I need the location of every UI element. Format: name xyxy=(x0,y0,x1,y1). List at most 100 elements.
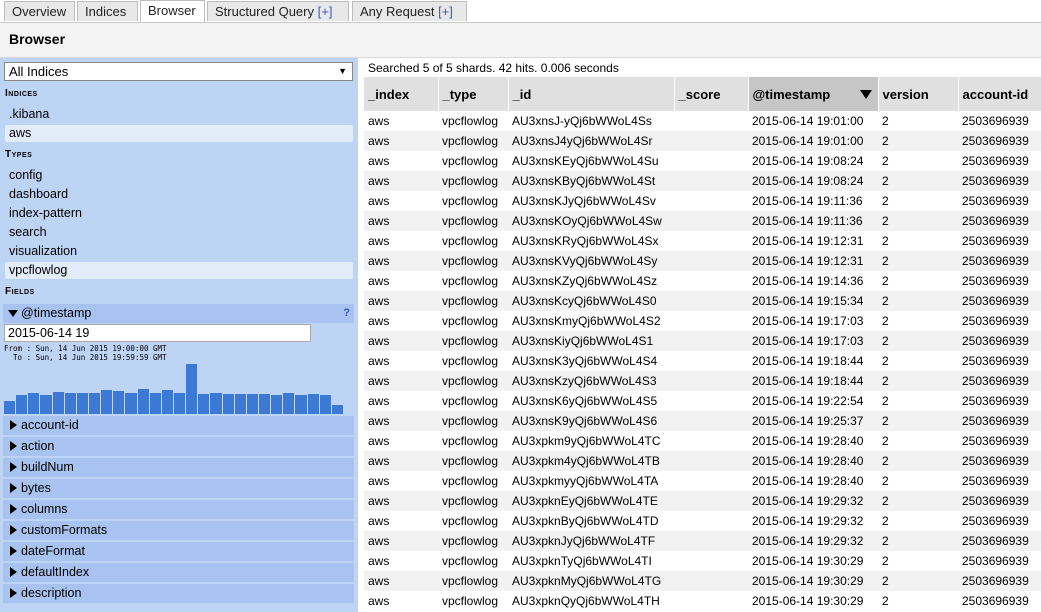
histogram-bar[interactable] xyxy=(234,394,246,414)
table-row[interactable]: aws vpcflowlog AU3xnsKmyQj6bWWoL4S2 2015-06… xyxy=(364,311,1041,331)
histogram-bar[interactable] xyxy=(210,393,222,414)
index-item-kibana[interactable]: .kibana xyxy=(5,106,353,123)
cell-account-id: 2503696939 xyxy=(958,331,1041,351)
histogram-bar[interactable] xyxy=(28,393,40,414)
field-item[interactable]: bytes xyxy=(3,479,354,498)
types-title: Types xyxy=(5,149,33,160)
histogram-bar[interactable] xyxy=(295,395,307,414)
field-item[interactable]: description xyxy=(3,584,354,603)
table-row[interactable]: aws vpcflowlog AU3xnsK6yQj6bWWoL4S5 2015-06… xyxy=(364,391,1041,411)
histogram-bar[interactable] xyxy=(246,394,258,414)
histogram-bar[interactable] xyxy=(113,391,125,414)
table-row[interactable]: aws vpcflowlog AU3xpknMyQj6bWWoL4TG 2015-06… xyxy=(364,571,1041,591)
histogram-bar[interactable] xyxy=(198,394,210,414)
table-row[interactable]: aws vpcflowlog AU3xnsKEyQj6bWWoL4Su 2015-06… xyxy=(364,151,1041,171)
table-row[interactable]: aws vpcflowlog AU3xnsJ4yQj6bWWoL4Sr 2015-06… xyxy=(364,131,1041,151)
histogram-bar[interactable] xyxy=(319,395,331,414)
tab-browser[interactable]: Browser xyxy=(140,0,205,22)
histogram-bar[interactable] xyxy=(186,364,198,414)
cell-type: vpcflowlog xyxy=(438,171,508,191)
field-item[interactable]: columns xyxy=(3,500,354,519)
type-item-vpcflowlog[interactable]: vpcflowlog xyxy=(5,262,353,279)
table-row[interactable]: aws vpcflowlog AU3xnsKZyQj6bWWoL4Sz 2015-06… xyxy=(364,271,1041,291)
field-item[interactable]: buildNum xyxy=(3,458,354,477)
type-item-visualization[interactable]: visualization xyxy=(5,243,353,260)
table-row[interactable]: aws vpcflowlog AU3xpknTyQj6bWWoL4TI 2015-06… xyxy=(364,551,1041,571)
cell-index: aws xyxy=(368,354,390,368)
field-item[interactable]: dateFormat xyxy=(3,542,354,561)
type-item-config[interactable]: config xyxy=(5,167,353,184)
column-header-account-id[interactable]: account-id xyxy=(958,77,1041,111)
table-row[interactable]: aws vpcflowlog AU3xnsKJyQj6bWWoL4Sv 2015-06… xyxy=(364,191,1041,211)
timestamp-histogram[interactable] xyxy=(4,358,344,414)
histogram-bar[interactable] xyxy=(331,405,343,414)
index-select[interactable]: All Indices ▼ xyxy=(4,62,353,81)
cell-timestamp: 2015-06-14 19:25:37 xyxy=(748,411,878,431)
field-timestamp-header[interactable]: @timestamp ? xyxy=(3,304,354,323)
tab-any-request[interactable]: Any Request [+] xyxy=(352,1,467,21)
help-icon[interactable]: ? xyxy=(343,304,350,323)
histogram-bar[interactable] xyxy=(161,390,173,414)
table-row[interactable]: aws vpcflowlog AU3xnsK9yQj6bWWoL4S6 2015-06… xyxy=(364,411,1041,431)
caret-right-icon xyxy=(10,525,17,535)
histogram-bar[interactable] xyxy=(271,395,283,414)
table-row[interactable]: aws vpcflowlog AU3xpknJyQj6bWWoL4TF 2015-06… xyxy=(364,531,1041,551)
histogram-bar[interactable] xyxy=(259,394,271,414)
cell-timestamp: 2015-06-14 19:17:03 xyxy=(752,314,864,328)
field-item[interactable]: customFormats xyxy=(3,521,354,540)
table-row[interactable]: aws vpcflowlog AU3xpknQyQj6bWWoL4TH 2015-06… xyxy=(364,591,1041,611)
histogram-bar[interactable] xyxy=(137,389,149,414)
field-label: @timestamp xyxy=(21,306,92,320)
add-tab-link[interactable]: [+] xyxy=(318,4,333,19)
histogram-bar[interactable] xyxy=(4,401,16,414)
table-row[interactable]: aws vpcflowlog AU3xpkm4yQj6bWWoL4TB 2015-06… xyxy=(364,451,1041,471)
histogram-bar[interactable] xyxy=(64,393,76,414)
table-row[interactable]: aws vpcflowlog AU3xnsKByQj6bWWoL4St 2015-06… xyxy=(364,171,1041,191)
table-row[interactable]: aws vpcflowlog AU3xnsKRyQj6bWWoL4Sx 2015-06… xyxy=(364,231,1041,251)
histogram-bar[interactable] xyxy=(40,395,52,414)
column-header-score[interactable]: _score xyxy=(674,77,749,111)
field-item[interactable]: action xyxy=(3,437,354,456)
column-header-version[interactable]: version xyxy=(878,77,959,111)
field-item[interactable]: account-id xyxy=(3,416,354,435)
add-tab-link[interactable]: [+] xyxy=(438,4,453,19)
table-row[interactable]: aws vpcflowlog AU3xnsKcyQj6bWWoL4S0 2015-06… xyxy=(364,291,1041,311)
table-row[interactable]: aws vpcflowlog AU3xpkmyyQj6bWWoL4TA 2015-06… xyxy=(364,471,1041,491)
column-header-id[interactable]: _id xyxy=(508,77,675,111)
type-item-index-pattern[interactable]: index-pattern xyxy=(5,205,353,222)
tab-structured-query[interactable]: Structured Query [+] xyxy=(207,1,349,21)
table-row[interactable]: aws vpcflowlog AU3xnsKOyQj6bWWoL4Sw 2015-06… xyxy=(364,211,1041,231)
table-row[interactable]: aws vpcflowlog AU3xnsKzyQj6bWWoL4S3 2015-06… xyxy=(364,371,1041,391)
field-item[interactable]: defaultIndex xyxy=(3,563,354,582)
field-label: buildNum xyxy=(21,460,74,474)
table-row[interactable]: aws vpcflowlog AU3xpknByQj6bWWoL4TD 2015-06… xyxy=(364,511,1041,531)
histogram-bar[interactable] xyxy=(125,393,137,414)
table-row[interactable]: aws vpcflowlog AU3xpknEyQj6bWWoL4TE 2015-06… xyxy=(364,491,1041,511)
tab-label: Browser xyxy=(148,3,196,18)
index-item-aws[interactable]: aws xyxy=(5,125,353,142)
timestamp-filter-input[interactable]: 2015-06-14 19 xyxy=(4,324,311,342)
tab-overview[interactable]: Overview xyxy=(4,1,75,21)
table-row[interactable]: aws vpcflowlog AU3xnsKVyQj6bWWoL4Sy 2015-06… xyxy=(364,251,1041,271)
histogram-bar[interactable] xyxy=(222,394,234,414)
histogram-bar[interactable] xyxy=(16,395,28,414)
type-item-dashboard[interactable]: dashboard xyxy=(5,186,353,203)
type-item-search[interactable]: search xyxy=(5,224,353,241)
table-row[interactable]: aws vpcflowlog AU3xpkm9yQj6bWWoL4TC 2015-06… xyxy=(364,431,1041,451)
histogram-bar[interactable] xyxy=(101,390,113,414)
histogram-bar[interactable] xyxy=(89,393,101,414)
histogram-bar[interactable] xyxy=(307,394,319,414)
column-header-type[interactable]: _type xyxy=(438,77,509,111)
table-row[interactable]: aws vpcflowlog AU3xnsJ-yQj6bWWoL4Ss 2015-06… xyxy=(364,111,1041,131)
histogram-bar[interactable] xyxy=(283,393,295,414)
caret-right-icon xyxy=(10,504,17,514)
column-header-index[interactable]: _index xyxy=(364,77,439,111)
histogram-bar[interactable] xyxy=(52,392,64,414)
column-header-timestamp[interactable]: @timestamp xyxy=(748,77,879,111)
table-row[interactable]: aws vpcflowlog AU3xnsKiyQj6bWWoL4S1 2015-06… xyxy=(364,331,1041,351)
tab-indices[interactable]: Indices xyxy=(77,1,138,21)
histogram-bar[interactable] xyxy=(149,393,161,414)
table-row[interactable]: aws vpcflowlog AU3xnsK3yQj6bWWoL4S4 2015-06… xyxy=(364,351,1041,371)
histogram-bar[interactable] xyxy=(76,393,88,414)
histogram-bar[interactable] xyxy=(174,393,186,414)
